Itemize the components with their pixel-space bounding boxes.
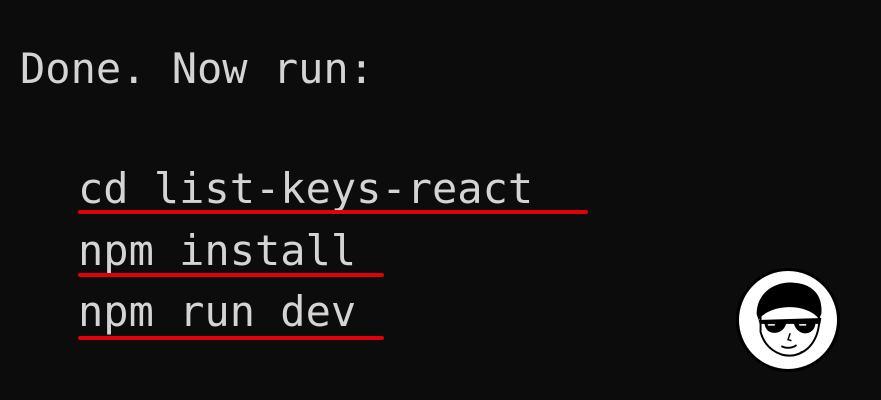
terminal-window: Done. Now run: cd list-keys-react npm in… [0,0,881,400]
sunglasses-avatar-icon [736,268,840,372]
command-npm-run-dev[interactable]: npm run dev [78,291,356,333]
command-cd[interactable]: cd list-keys-react [78,168,533,210]
terminal-message: Done. Now run: [20,44,375,93]
command-npm-install[interactable]: npm install [78,230,356,272]
command-npm-run-dev-underline [78,336,384,340]
command-cd-underline [78,210,588,214]
command-npm-install-underline [78,273,384,277]
